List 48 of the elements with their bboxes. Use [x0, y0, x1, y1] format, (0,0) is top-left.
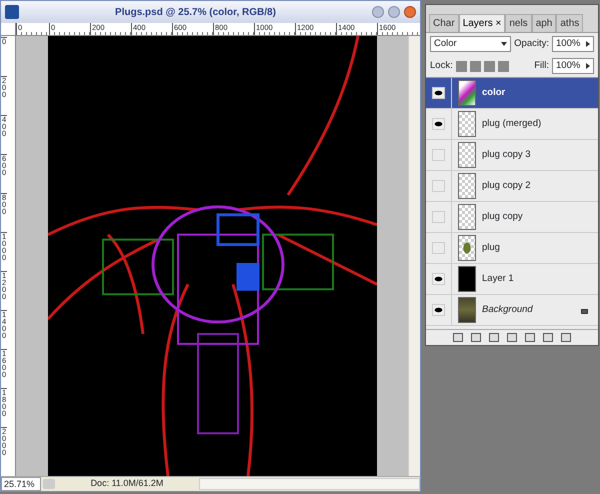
document-info: Doc: 11.0M/61.2M — [90, 477, 164, 490]
layer-row[interactable]: plug copy — [426, 202, 598, 233]
eye-icon[interactable] — [432, 87, 445, 99]
visibility-toggle[interactable] — [432, 180, 445, 192]
layer-row[interactable]: plug copy 2 — [426, 171, 598, 202]
visibility-toggle[interactable] — [432, 242, 445, 254]
visibility-toggle[interactable] — [432, 211, 445, 223]
blend-mode-dropdown[interactable]: Color — [430, 36, 512, 52]
fill-label: Fill: — [534, 58, 549, 73]
window-title: Plugs.psd @ 25.7% (color, RGB/8) — [114, 6, 277, 20]
eye-icon[interactable] — [432, 118, 445, 130]
panel-tab[interactable]: aph — [532, 14, 556, 32]
minimize-button[interactable] — [372, 6, 384, 18]
arrow-icon[interactable] — [586, 63, 590, 69]
caret-icon — [501, 42, 508, 46]
layer-name: plug copy — [482, 210, 524, 224]
eye-icon[interactable] — [432, 304, 445, 316]
layer-name: plug — [482, 240, 501, 255]
maximize-button[interactable] — [388, 6, 400, 18]
layer-row[interactable]: color — [426, 78, 598, 109]
panel-tab[interactable]: Char — [429, 14, 459, 32]
layer-name: plug copy 2 — [482, 178, 532, 193]
layer-name: color — [482, 86, 506, 100]
layer-name: plug copy 3 — [482, 148, 532, 162]
app-icon — [5, 5, 19, 19]
opacity-label: Opacity: — [514, 36, 549, 51]
visibility-toggle[interactable] — [432, 149, 445, 161]
layer-row[interactable]: Layer 1 — [426, 264, 598, 295]
panel-tab[interactable]: Layers × — [458, 14, 506, 32]
zoom-field[interactable]: 25.71% — [1, 477, 41, 491]
fill-field[interactable]: 100% — [552, 58, 594, 74]
eye-icon[interactable] — [432, 273, 445, 285]
layer-name: plug (merged) — [482, 116, 542, 131]
panel-tab[interactable]: aths — [556, 14, 584, 32]
lock-label: Lock: — [430, 58, 453, 73]
layer-row[interactable]: plug — [426, 233, 598, 264]
horizontal-scrollbar[interactable] — [199, 478, 420, 490]
layer-name: Layer 1 — [482, 272, 515, 286]
layer-row[interactable]: plug copy 3 — [426, 140, 598, 171]
opacity-field[interactable]: 100% — [552, 36, 594, 52]
vertical-scrollbar[interactable] — [408, 36, 420, 476]
layer-row[interactable]: Background — [426, 295, 598, 326]
close-button[interactable] — [404, 6, 416, 18]
arrow-icon[interactable] — [586, 41, 590, 47]
panel-tab[interactable]: nels — [505, 14, 532, 32]
layer-row[interactable]: plug (merged) — [426, 109, 598, 140]
layer-name: Background — [482, 302, 534, 317]
close-icon[interactable]: × — [492, 18, 502, 29]
